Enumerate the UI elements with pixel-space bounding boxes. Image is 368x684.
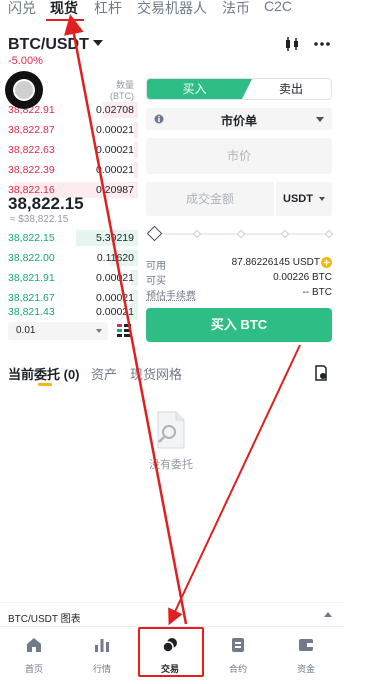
tab-assets[interactable]: 资产 [91, 364, 117, 383]
tab-p2p-fiat[interactable]: 法币 [222, 0, 250, 18]
floating-avatar-icon[interactable] [4, 70, 44, 110]
bid-price: 38,822.00 [8, 252, 55, 264]
nav-label: 合约 [228, 664, 247, 674]
add-funds-icon[interactable] [321, 257, 332, 268]
home-icon [27, 638, 41, 652]
ask-qty: 0.00021 [96, 144, 134, 156]
nav-item-home[interactable]: 首页 [0, 627, 68, 684]
bid-row[interactable]: 38,822.15 5.39219 [0, 228, 138, 248]
ask-price: 38,822.39 [8, 164, 55, 176]
tab-c2c[interactable]: C2C [264, 0, 292, 14]
nav-label: 行情 [92, 664, 111, 674]
precision-value: 0.01 [16, 325, 36, 336]
chart-toggle-bar[interactable]: BTC/USDT 图表 [0, 602, 344, 626]
empty-orders-label: 没有委托 [149, 459, 193, 471]
caret-down-icon [319, 197, 325, 201]
caret-up-icon [324, 612, 332, 617]
available-label: 可用 [146, 261, 166, 272]
nav-item-wallet[interactable]: 资金 [272, 627, 340, 684]
amount-slider-thumb[interactable] [146, 225, 163, 242]
empty-document-icon [157, 411, 185, 449]
ask-row[interactable]: 38,822.63 0.00021 [0, 140, 138, 160]
orderbook-layout-icon[interactable] [117, 324, 131, 338]
nav-item-futures[interactable]: 合约 [204, 627, 272, 684]
active-tab-indicator [38, 383, 52, 386]
buy-tab[interactable]: 买入 [147, 79, 252, 99]
order-type-value: 市价单 [220, 114, 257, 128]
slider-step-50[interactable] [236, 229, 246, 239]
depth-bar [134, 162, 138, 178]
buy-btc-button[interactable]: 买入 BTC [146, 308, 332, 342]
slider-step-75[interactable] [280, 229, 290, 239]
nav-item-markets[interactable]: 行情 [68, 627, 136, 684]
nav-label: 首页 [24, 664, 43, 674]
can-buy-value: 0.00226 BTC [273, 272, 332, 283]
slider-step-100[interactable] [324, 229, 334, 239]
amount-unit: USDT [283, 193, 313, 205]
last-price: 38,822.15 [8, 194, 84, 213]
ask-qty: 0.20987 [96, 184, 134, 196]
futures-icon [232, 638, 244, 652]
price-input[interactable]: 市价 [146, 138, 332, 174]
annotation-underline [46, 19, 84, 21]
bid-row[interactable]: 38,822.00 0.11620 [0, 248, 138, 268]
candlestick-chart-icon[interactable] [283, 37, 301, 51]
caret-down-icon [316, 117, 324, 122]
ask-qty: 0.00021 [96, 124, 134, 136]
ask-row[interactable]: 38,822.87 0.00021 [0, 120, 138, 140]
bid-price: 38,821.43 [8, 306, 55, 318]
tab-open-orders[interactable]: 当前委托 (0) [8, 364, 80, 383]
annotation-highlight-box [138, 627, 204, 677]
caret-down-icon [96, 329, 102, 333]
pair-dropdown-icon[interactable] [93, 40, 103, 46]
nav-label: 资金 [296, 664, 315, 674]
ask-price: 38,822.63 [8, 144, 55, 156]
available-value: 87.86226145 USDT [231, 257, 320, 268]
bid-qty: 0.00021 [96, 306, 134, 318]
markets-icon [95, 639, 109, 652]
pair-change: -5.00% [8, 55, 43, 67]
chart-bar-label: BTC/USDT 图表 [8, 614, 81, 625]
bid-price: 38,821.91 [8, 272, 55, 284]
depth-bar [134, 142, 138, 158]
est-fee-value: -- BTC [302, 287, 332, 298]
price-placeholder: 市价 [226, 149, 251, 163]
ask-row[interactable]: 38,822.39 0.00021 [0, 160, 138, 180]
more-options-icon[interactable] [314, 42, 330, 46]
bid-row[interactable]: 38,821.91 0.00021 [0, 268, 138, 288]
ask-qty: 0.02708 [96, 104, 134, 116]
orderbook-qty-header: 数量 (BTC) [92, 78, 134, 101]
bid-qty: 5.39219 [96, 232, 134, 244]
precision-select[interactable]: 0.01 [8, 322, 108, 340]
order-history-icon[interactable] [314, 365, 328, 381]
tab-spot-grid[interactable]: 现货网格 [130, 364, 182, 383]
amount-unit-select[interactable]: USDT [276, 182, 332, 216]
ask-qty: 0.00021 [96, 164, 134, 176]
can-buy-label: 可买 [146, 276, 166, 287]
last-price-fiat: ≈ $38,822.15 [10, 214, 69, 225]
order-type-select[interactable]: 市价单 [146, 108, 332, 130]
bid-qty: 0.11620 [96, 252, 134, 264]
ask-price: 38,822.87 [8, 124, 55, 136]
sell-tab[interactable]: 卖出 [251, 79, 331, 99]
bid-qty: 0.00021 [96, 272, 134, 284]
pair-name[interactable]: BTC/USDT [8, 36, 89, 54]
qty-header-label: 数量 [115, 80, 134, 90]
arrow-to-trade-nav [168, 344, 301, 626]
bid-price: 38,822.15 [8, 232, 55, 244]
wallet-icon [299, 639, 313, 651]
amount-input[interactable]: 成交金额 [146, 182, 274, 216]
tab-trading-bots[interactable]: 交易机器人 [137, 0, 207, 18]
tab-margin[interactable]: 杠杆 [94, 0, 122, 18]
buy-sell-toggle: 买入 卖出 [146, 78, 332, 100]
depth-bar [134, 122, 138, 138]
tab-convert[interactable]: 闪兑 [8, 0, 36, 18]
est-fee-label[interactable]: 预估手续费 [146, 287, 196, 302]
slider-step-25[interactable] [192, 229, 202, 239]
amount-placeholder: 成交金额 [185, 192, 234, 206]
bid-row[interactable]: 38,821.43 0.00021 [0, 302, 138, 322]
tab-spot[interactable]: 现货 [50, 0, 78, 18]
